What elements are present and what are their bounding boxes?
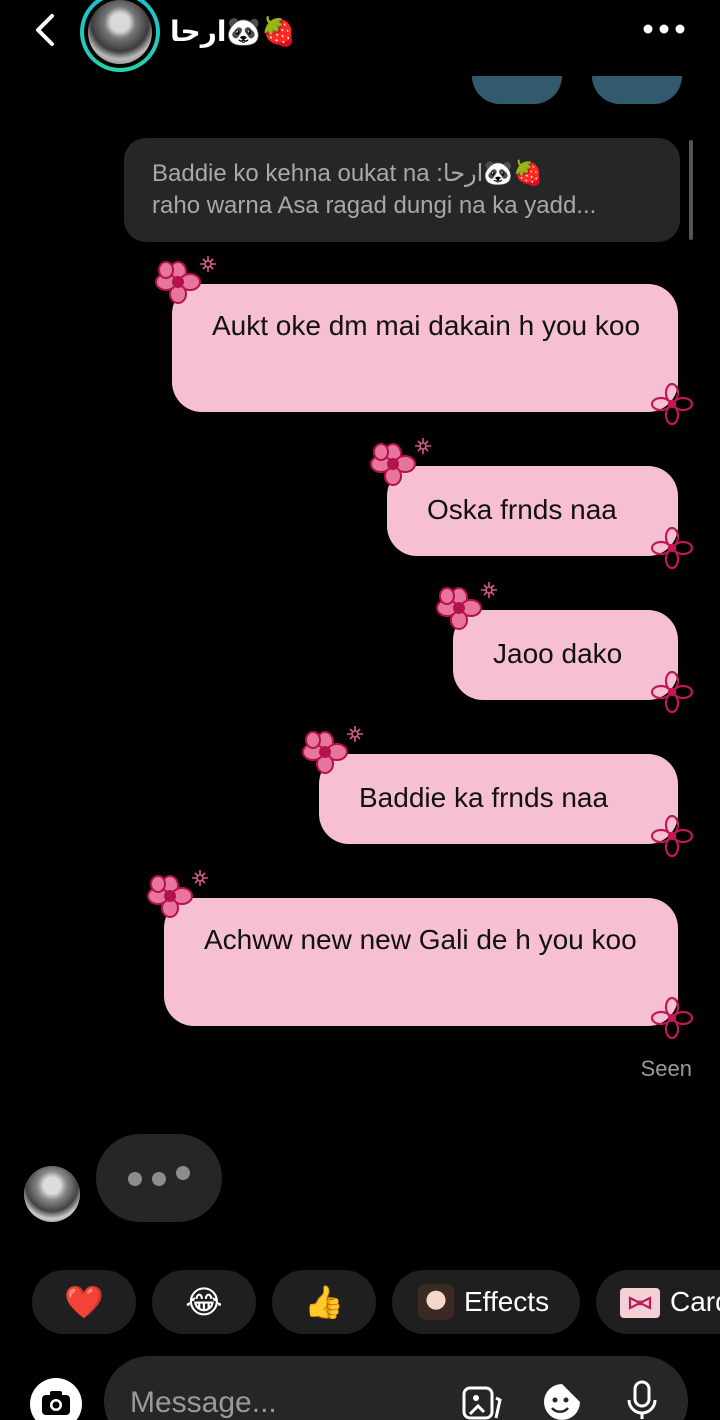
sticker-icon[interactable] xyxy=(540,1380,584,1420)
reply-preview-line-1: Baddie ko kehna oukat na :ارحا🐼🍓 xyxy=(152,160,544,187)
thumbs-up-emoji-icon: 👍 xyxy=(304,1284,344,1320)
chat-screen: ارحا🐼🍓 Baddie ko kehna oukat na :ارحا🐼🍓 … xyxy=(0,0,720,1420)
quick-reaction-heart[interactable]: ❤️ xyxy=(32,1270,136,1334)
sent-message-bubble[interactable]: Jaoo dako xyxy=(453,610,678,700)
cards-button[interactable]: Card xyxy=(596,1270,720,1334)
message-text: Oska frnds naa xyxy=(427,494,617,525)
sent-message-bubble[interactable]: Aukt oke dm mai dakain h you koo xyxy=(172,284,678,412)
more-horizontal-icon xyxy=(643,24,685,34)
contact-avatar[interactable] xyxy=(80,0,160,72)
contact-avatar-small[interactable] xyxy=(24,1166,80,1222)
message-text: Jaoo dako xyxy=(493,638,623,669)
seen-receipt: Seen xyxy=(640,1056,692,1081)
microphone-icon[interactable] xyxy=(620,1378,664,1420)
message-text: Achww new new Gali de h you koo xyxy=(204,924,637,955)
effects-avatar-icon xyxy=(418,1284,454,1320)
message-composer xyxy=(104,1356,688,1420)
replied-message-preview[interactable]: Baddie ko kehna oukat na :ارحا🐼🍓 raho wa… xyxy=(124,138,680,242)
message-input[interactable] xyxy=(128,1382,432,1420)
quick-reaction-thumbs-up[interactable]: 👍 xyxy=(272,1270,376,1334)
chat-header: ارحا🐼🍓 xyxy=(0,0,720,72)
sent-message-bubble[interactable]: Baddie ka frnds naa xyxy=(319,754,678,844)
effects-button[interactable]: Effects xyxy=(392,1270,580,1334)
camera-icon xyxy=(42,1391,70,1415)
typing-indicator xyxy=(96,1134,222,1222)
gallery-icon[interactable] xyxy=(460,1380,504,1420)
cards-label: Card xyxy=(670,1286,720,1317)
laughing-emoji-icon: 😂 xyxy=(185,1284,223,1320)
contact-name[interactable]: ارحا🐼🍓 xyxy=(170,14,296,50)
sent-message-bubble[interactable]: Oska frnds naa xyxy=(387,466,678,556)
camera-button[interactable] xyxy=(30,1378,82,1420)
sent-message-bubble[interactable]: Achww new new Gali de h you koo xyxy=(164,898,678,1026)
reply-indicator-line xyxy=(689,140,693,240)
quick-reaction-laugh[interactable]: 😂 xyxy=(152,1270,256,1334)
effects-label: Effects xyxy=(464,1286,550,1317)
back-button[interactable] xyxy=(26,10,66,50)
message-text: Aukt oke dm mai dakain h you koo xyxy=(212,310,641,341)
reply-preview-line-2: raho warna Asa ragad dungi na ka yadd... xyxy=(152,192,597,219)
message-text: Baddie ka frnds naa xyxy=(359,782,609,813)
chevron-left-icon xyxy=(36,14,54,46)
gift-card-icon xyxy=(620,1288,660,1318)
heart-emoji-icon: ❤️ xyxy=(64,1284,104,1320)
more-options-button[interactable] xyxy=(640,14,690,44)
